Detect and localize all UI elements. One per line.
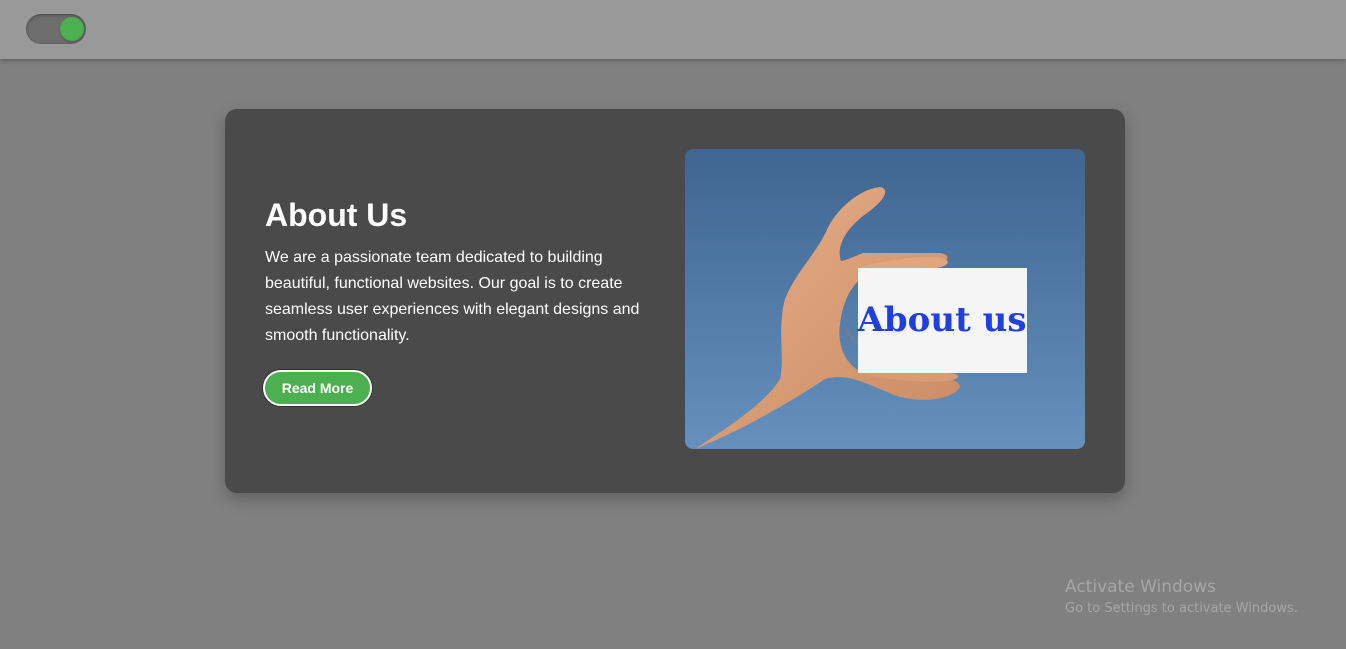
top-bar [0, 0, 1346, 59]
about-image: About us [685, 149, 1085, 449]
toggle-knob [60, 17, 84, 41]
watermark-subtitle: Go to Settings to activate Windows. [1065, 601, 1298, 616]
about-description: We are a passionate team dedicated to bu… [265, 249, 640, 344]
read-more-button[interactable]: Read More [263, 370, 372, 406]
about-card: About Us We are a passionate team dedica… [225, 109, 1125, 493]
windows-activation-watermark: Activate Windows Go to Settings to activ… [1065, 576, 1298, 620]
sign-card-text: About us [857, 300, 1027, 340]
about-title: About Us [265, 197, 408, 233]
theme-toggle[interactable] [26, 14, 86, 44]
watermark-title: Activate Windows [1065, 577, 1216, 597]
